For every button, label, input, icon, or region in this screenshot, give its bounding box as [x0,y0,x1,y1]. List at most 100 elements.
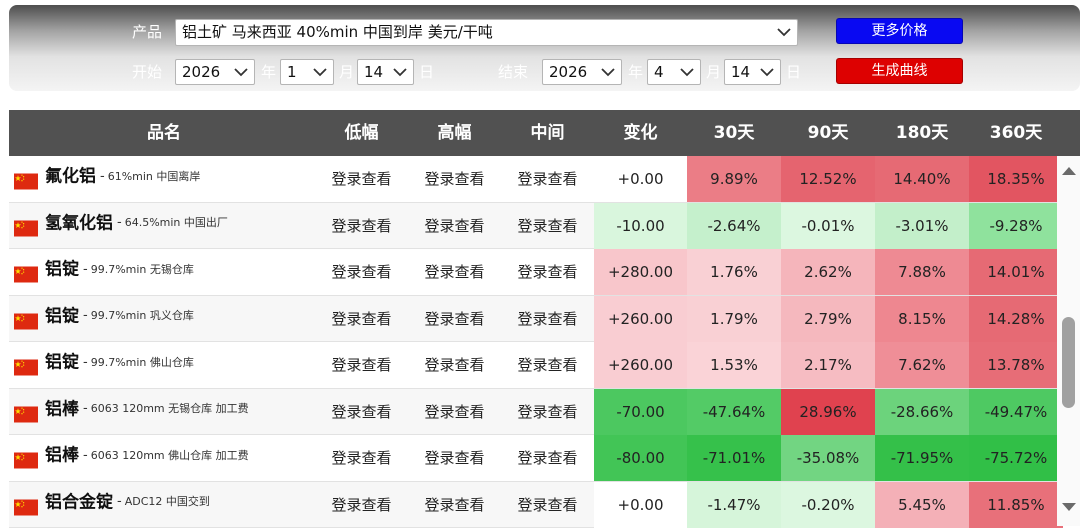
low-cell[interactable]: 登录查看 [315,296,408,342]
change-cell: -70.00 [594,388,687,435]
product-name[interactable]: 铝合金锭 [45,492,113,512]
product-name[interactable]: 铝锭 [45,260,79,280]
change-180d-cell: -3.01% [875,202,969,249]
change-180d-cell: -28.66% [875,388,969,435]
change-30d-cell: -2.64% [687,202,781,249]
product-name-cell[interactable]: 铝棒 -6063 120mm 佛山仓库 加工费 [9,435,319,481]
scroll-down-arrow-icon[interactable] [1062,503,1076,512]
vertical-scrollbar[interactable] [1057,156,1080,526]
high-cell[interactable]: 登录查看 [408,389,501,435]
change-360d-cell: 14.28% [969,295,1063,342]
end-day-select[interactable]: 14 [724,59,781,85]
change-360d-cell: -9.28% [969,202,1063,249]
high-cell[interactable]: 登录查看 [408,203,501,249]
table-row[interactable]: 铝锭 -99.7%min 巩义仓库 登录查看 登录查看 登录查看 +260.00 1.79%… [9,295,1063,342]
start-year-select[interactable]: 2026 [175,59,255,85]
china-flag-icon [14,165,38,190]
product-name-cell[interactable]: 氢氧化铝 -64.5%min 中国出厂 [9,203,319,249]
mid-cell[interactable]: 登录查看 [501,249,594,295]
product-name[interactable]: 铝棒 [45,446,79,466]
change-360d-cell: 18.35% [969,156,1063,202]
start-day-select[interactable]: 14 [357,59,414,85]
table-row[interactable]: 氟化铝 -61%min 中国离岸 登录查看 登录查看 登录查看 +0.00 9.89% 12.… [9,156,1063,203]
product-name[interactable]: 铝棒 [45,399,79,419]
change-90d-cell: -0.01% [781,202,875,249]
product-name[interactable]: 氟化铝 [45,167,96,187]
start-day-value: 14 [364,63,384,81]
change-30d-cell: 1.79% [687,295,781,342]
product-name-cell[interactable]: 铝棒 -6063 120mm 无锡仓库 加工费 [9,389,319,435]
start-day-unit: 日 [419,63,435,81]
low-cell[interactable]: 登录查看 [315,482,408,528]
change-cell: +260.00 [594,342,687,388]
low-cell[interactable]: 登录查看 [315,389,408,435]
product-name[interactable]: 氢氧化铝 [45,213,113,233]
scroll-up-arrow-icon[interactable] [1062,166,1076,175]
product-spec: 99.7%min 佛山仓库 [90,355,194,369]
start-month-select[interactable]: 1 [280,59,334,85]
low-cell[interactable]: 登录查看 [315,249,408,295]
change-180d-cell: 5.45% [875,481,969,528]
high-cell[interactable]: 登录查看 [408,296,501,342]
product-name[interactable]: 铝锭 [45,353,79,373]
high-cell[interactable]: 登录查看 [408,482,501,528]
high-cell[interactable]: 登录查看 [408,249,501,295]
mid-cell[interactable]: 登录查看 [501,482,594,528]
mid-cell[interactable]: 登录查看 [501,389,594,435]
mid-cell[interactable]: 登录查看 [501,342,594,388]
end-month-unit: 月 [706,63,722,81]
header-mid: 中间 [530,123,565,143]
name-separator: - [83,447,88,463]
product-spec: 6063 120mm 无锡仓库 加工费 [90,402,249,415]
table-row[interactable]: 铝锭 -99.7%min 佛山仓库 登录查看 登录查看 登录查看 +260.00 1.53%… [9,342,1063,389]
change-90d-cell: 2.17% [781,342,875,388]
mid-cell[interactable]: 登录查看 [501,203,594,249]
end-year-select[interactable]: 2026 [542,59,622,85]
mid-cell[interactable]: 登录查看 [501,156,594,202]
change-cell: -10.00 [594,202,687,249]
chevron-down-icon [601,68,615,77]
low-cell[interactable]: 登录查看 [315,203,408,249]
high-cell[interactable]: 登录查看 [408,342,501,388]
product-name-cell[interactable]: 铝锭 -99.7%min 无锡仓库 [9,249,319,295]
end-day-value: 14 [731,63,751,81]
change-30d-cell: 1.53% [687,342,781,388]
change-360d-cell: 13.78% [969,342,1063,388]
end-month-select[interactable]: 4 [647,59,701,85]
product-name-cell[interactable]: 铝锭 -99.7%min 佛山仓库 [9,342,319,388]
change-90d-cell: 28.96% [781,388,875,435]
more-prices-button[interactable]: 更多价格 [836,18,963,44]
product-name-cell[interactable]: 铝合金锭 - ADC12 中国交到 [9,482,319,528]
product-name-cell[interactable]: 氟化铝 -61%min 中国离岸 [9,156,319,202]
low-cell[interactable]: 登录查看 [315,342,408,388]
change-360d-cell: -49.47% [969,388,1063,435]
low-cell[interactable]: 登录查看 [315,156,408,202]
product-spec: 99.7%min 无锡仓库 [90,262,194,276]
generate-chart-button[interactable]: 生成曲线 [836,58,963,84]
table-row[interactable]: 铝锭 -99.7%min 无锡仓库 登录查看 登录查看 登录查看 +280.00 1.76%… [9,249,1063,296]
table-row[interactable]: 铝棒 -6063 120mm 佛山仓库 加工费 登录查看 登录查看 登录查看 -80.00… [9,435,1063,482]
change-90d-cell: 12.52% [781,156,875,202]
change-cell: +260.00 [594,295,687,342]
high-cell[interactable]: 登录查看 [408,156,501,202]
scrollbar-thumb[interactable] [1062,317,1075,408]
change-180d-cell: -71.95% [875,435,969,481]
table-row[interactable]: 铝合金锭 - ADC12 中国交到 登录查看 登录查看 登录查看 +0.00 -1.47% -0… [9,481,1063,528]
name-separator: - [83,308,88,323]
mid-cell[interactable]: 登录查看 [501,435,594,481]
product-select-value: 铝土矿 马来西亚 40%min 中国到岸 美元/干吨 [182,23,493,41]
table-row[interactable]: 氢氧化铝 -64.5%min 中国出厂 登录查看 登录查看 登录查看 -10.00 -2.6… [9,202,1063,249]
table-row[interactable]: 铝棒 -6063 120mm 无锡仓库 加工费 登录查看 登录查看 登录查看 -70.00… [9,388,1063,435]
product-spec: ADC12 中国交到 [124,495,210,508]
mid-cell[interactable]: 登录查看 [501,296,594,342]
product-spec: 61%min 中国离岸 [107,169,201,183]
product-select[interactable]: 铝土矿 马来西亚 40%min 中国到岸 美元/干吨 [175,19,798,46]
end-year-value: 2026 [549,63,588,81]
start-year-unit: 年 [261,63,277,81]
product-name-cell[interactable]: 铝锭 -99.7%min 巩义仓库 [9,296,319,342]
start-month-value: 1 [287,63,297,81]
low-cell[interactable]: 登录查看 [315,435,408,481]
table-header: 品名 低幅 高幅 中间 变化 30天 90天 180天 360天 [9,110,1080,156]
product-name[interactable]: 铝锭 [45,306,79,326]
high-cell[interactable]: 登录查看 [408,435,501,481]
